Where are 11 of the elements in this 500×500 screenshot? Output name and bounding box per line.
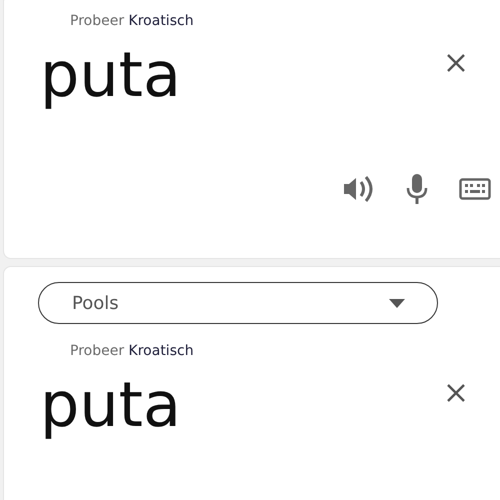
microphone-icon[interactable] xyxy=(405,173,429,205)
language-dropdown[interactable]: Pools xyxy=(38,282,438,324)
speaker-icon[interactable] xyxy=(341,173,375,205)
close-icon[interactable] xyxy=(446,53,466,73)
suggestion-text: Probeer Kroatisch xyxy=(70,12,195,31)
close-icon[interactable] xyxy=(446,383,466,403)
keyboard-icon[interactable] xyxy=(459,177,491,201)
caret-icon[interactable] xyxy=(389,298,405,308)
suggestion-text: Probeer Kroatisch xyxy=(70,342,195,361)
source-text: puta xyxy=(40,367,181,443)
source-text: puta xyxy=(40,37,181,113)
